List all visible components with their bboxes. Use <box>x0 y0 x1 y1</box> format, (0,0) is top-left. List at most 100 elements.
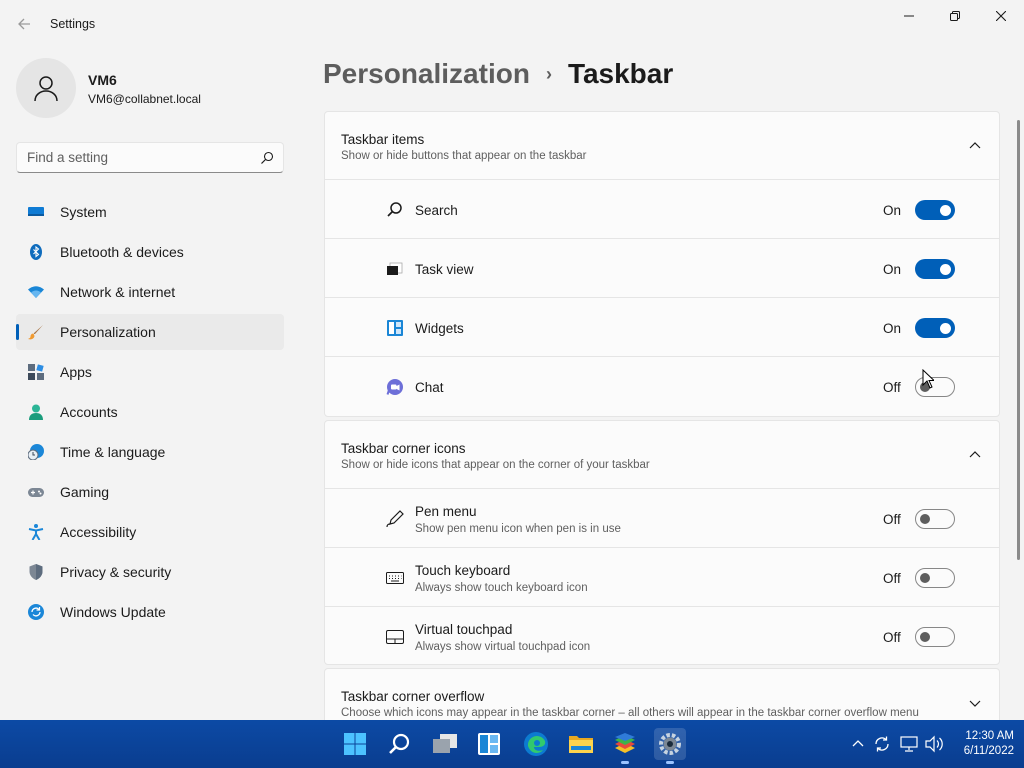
toggle-knob <box>940 322 951 334</box>
sidebar-item-accounts[interactable]: Accounts <box>16 394 284 430</box>
chevron-up-icon <box>969 142 981 149</box>
chat-icon <box>386 379 403 395</box>
setting-label: Search <box>415 203 458 218</box>
section-title: Taskbar corner icons <box>341 441 466 456</box>
toggle-state: Off <box>883 512 901 527</box>
restore-icon <box>950 11 960 21</box>
corner-icons-header[interactable]: Taskbar corner icons Show or hide icons … <box>325 421 999 489</box>
widgets-toggle[interactable] <box>915 318 955 338</box>
start-button[interactable] <box>339 728 371 760</box>
corner-icons-section: Taskbar corner icons Show or hide icons … <box>324 420 1000 665</box>
bluetooth-icon <box>30 244 42 260</box>
setting-row-chat: Chat Off <box>325 357 999 416</box>
setting-description: Always show virtual touchpad icon <box>415 641 591 653</box>
sidebar-item-network[interactable]: Network & internet <box>16 274 284 310</box>
sidebar-item-label: Network & internet <box>60 284 176 300</box>
setting-description: Show pen menu icon when pen is in use <box>415 523 621 535</box>
touchpad-icon <box>386 630 404 644</box>
monitor-icon <box>28 207 44 216</box>
edge-button[interactable] <box>520 728 552 760</box>
toggle-state: On <box>883 321 902 336</box>
task-view-icon <box>387 262 403 275</box>
running-indicator <box>621 761 629 764</box>
volume-tray-button[interactable] <box>924 734 944 754</box>
setting-label: Touch keyboard <box>415 563 511 578</box>
sidebar-item-label: Privacy & security <box>60 564 172 580</box>
profile-email: VM6@collabnet.local <box>88 92 201 106</box>
sidebar-item-personalization[interactable]: Personalization <box>16 314 284 350</box>
profile-name: VM6 <box>88 72 117 88</box>
pen-menu-toggle[interactable] <box>915 509 955 529</box>
arrow-left-icon <box>18 18 30 30</box>
search-toggle[interactable] <box>915 200 955 220</box>
toggle-knob <box>920 573 930 583</box>
setting-label: Chat <box>415 380 444 395</box>
task-view-button[interactable] <box>429 728 461 760</box>
back-button[interactable] <box>12 12 36 36</box>
sidebar-item-gaming[interactable]: Gaming <box>16 474 284 510</box>
sidebar-item-privacy[interactable]: Privacy & security <box>16 554 284 590</box>
gear-icon <box>659 733 681 755</box>
toggle-state: Off <box>883 380 901 395</box>
taskbar-items-header[interactable]: Taskbar items Show or hide buttons that … <box>325 112 999 180</box>
sidebar-item-accessibility[interactable]: Accessibility <box>16 514 284 550</box>
minimize-icon <box>904 15 914 17</box>
search-box[interactable] <box>16 142 284 173</box>
minimize-button[interactable] <box>886 0 932 32</box>
sync-tray-button[interactable] <box>872 734 892 754</box>
toggle-state: Off <box>883 630 901 645</box>
settings-app-button[interactable] <box>654 728 686 764</box>
sidebar-item-label: Accessibility <box>60 524 137 540</box>
update-icon <box>28 604 44 620</box>
touch-keyboard-toggle[interactable] <box>915 568 955 588</box>
stacked-layers-icon <box>615 733 635 753</box>
sidebar-item-label: Accounts <box>60 404 118 420</box>
setting-label: Task view <box>415 262 474 277</box>
restore-button[interactable] <box>932 0 978 32</box>
setting-row-widgets: Widgets On <box>325 298 999 357</box>
edge-icon <box>524 732 548 756</box>
virtual-touchpad-toggle[interactable] <box>915 627 955 647</box>
chevron-down-icon <box>969 700 981 707</box>
sidebar-item-system[interactable]: System <box>16 194 284 230</box>
toggle-knob <box>920 514 930 524</box>
bluestacks-button[interactable] <box>609 728 641 764</box>
search-input[interactable] <box>17 143 247 172</box>
sidebar-item-apps[interactable]: Apps <box>16 354 284 390</box>
show-hidden-icons-button[interactable] <box>848 734 868 754</box>
scrollbar[interactable] <box>1017 120 1020 560</box>
network-tray-button[interactable] <box>899 734 919 754</box>
close-button[interactable] <box>978 0 1024 32</box>
setting-label: Pen menu <box>415 504 477 519</box>
breadcrumb-separator: › <box>545 63 552 84</box>
speaker-icon <box>925 735 943 753</box>
sidebar-item-label: System <box>60 204 107 220</box>
app-title: Settings <box>50 17 96 31</box>
accessibility-icon <box>28 524 44 540</box>
breadcrumb-parent[interactable]: Personalization <box>323 58 530 90</box>
sidebar-item-bluetooth[interactable]: Bluetooth & devices <box>16 234 284 270</box>
search-icon[interactable] <box>259 150 275 166</box>
setting-label: Virtual touchpad <box>415 622 513 637</box>
user-profile[interactable]: VM6 VM6@collabnet.local <box>16 58 286 118</box>
chevron-up-icon <box>852 740 864 747</box>
search-icon <box>387 202 402 217</box>
sync-icon <box>875 736 889 752</box>
sidebar-item-time-language[interactable]: Time & language <box>16 434 284 470</box>
sidebar-item-windows-update[interactable]: Windows Update <box>16 594 284 630</box>
file-explorer-button[interactable] <box>565 728 597 760</box>
sidebar-item-label: Time & language <box>60 444 166 460</box>
sidebar-item-label: Gaming <box>60 484 110 500</box>
setting-description: Always show touch keyboard icon <box>415 582 588 594</box>
toggle-state: On <box>883 262 902 277</box>
running-indicator <box>666 761 674 764</box>
sidebar-item-label: Bluetooth & devices <box>60 244 184 260</box>
widgets-button[interactable] <box>473 728 505 760</box>
task-view-toggle[interactable] <box>915 259 955 279</box>
system-clock[interactable]: 12:30 AM 6/11/2022 <box>950 729 1014 759</box>
clock-date: 6/11/2022 <box>963 745 1014 757</box>
chat-toggle[interactable] <box>915 377 955 397</box>
taskbar-search-button[interactable] <box>384 728 416 760</box>
title-bar: Settings <box>0 0 1024 48</box>
chevron-up-icon <box>969 451 981 458</box>
